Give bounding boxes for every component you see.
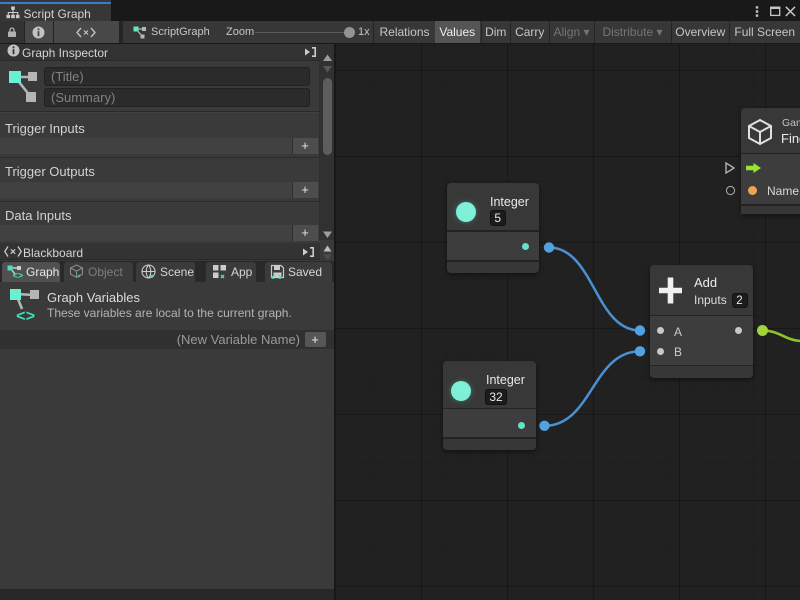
svg-text:<>: <> xyxy=(13,272,24,280)
svg-text:<>: <> xyxy=(16,308,35,323)
